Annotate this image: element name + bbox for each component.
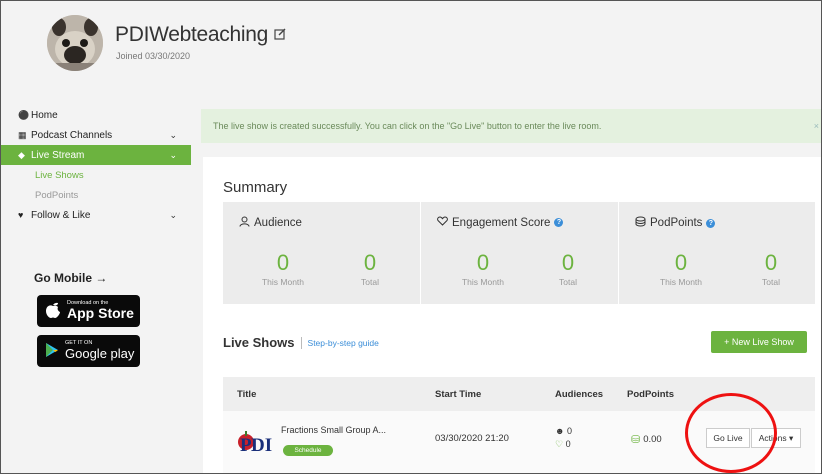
sidebar-item-live-stream[interactable]: ◆ Live Stream ⌄ (1, 145, 191, 165)
card-title-label: PodPoints (650, 217, 703, 229)
live-shows-title: Live Shows (223, 335, 295, 350)
header-separator (300, 336, 302, 349)
engagement-card: Engagement Score ? 0 This Month 0 Total (421, 202, 618, 304)
apple-icon (45, 301, 61, 322)
chevron-down-icon: ⌄ (169, 129, 177, 140)
podpoints-card: PodPoints ? 0 This Month 0 Total (619, 202, 815, 304)
stat-value: 0 (561, 250, 575, 275)
heart-outline-icon (437, 216, 448, 229)
stat-label: This Month (461, 277, 505, 287)
stat-this-month: 0 This Month (443, 250, 523, 288)
username: PDIWebteaching (115, 23, 269, 46)
home-icon: ⚫ (18, 109, 30, 120)
sidebar-item-podcast-channels[interactable]: ▦ Podcast Channels ⌄ (1, 125, 191, 145)
joined-date: Joined 03/30/2020 (116, 51, 191, 61)
app-store-button[interactable]: Download on the App Store (37, 295, 140, 327)
user-icon: ☻ (555, 426, 565, 436)
coins-icon: ⛁ (631, 434, 641, 446)
sidebar: ⚫ Home ▦ Podcast Channels ⌄ ◆ Live Strea… (1, 105, 191, 225)
likes-count-row: ♡ 0 (555, 438, 572, 451)
show-title[interactable]: Fractions Small Group A... (281, 425, 386, 435)
sidebar-item-label: Follow & Like (31, 209, 91, 221)
stat-value: 0 (764, 250, 778, 275)
avatar-dog-image (47, 15, 103, 71)
stat-label: This Month (261, 277, 305, 287)
stat-label: Total (361, 277, 379, 287)
likes-count: 0 (565, 439, 571, 449)
audiences-cell: ☻ 0 ♡ 0 (555, 425, 572, 451)
heart-icon: ♥ (18, 210, 24, 220)
close-icon[interactable]: × (814, 121, 819, 131)
podpoints-value: 0.00 (643, 434, 662, 445)
stat-total: 0 Total (731, 250, 811, 288)
column-header-podpoints[interactable]: PodPoints (627, 389, 674, 400)
card-title: Engagement Score ? (437, 216, 564, 229)
card-title: Audience (239, 216, 302, 230)
edit-icon[interactable] (274, 28, 286, 43)
svg-text:DI: DI (251, 435, 272, 456)
chevron-down-icon: ⌄ (169, 149, 177, 160)
start-time: 03/30/2020 21:20 (435, 433, 509, 444)
stat-value: 0 (476, 250, 490, 275)
google-play-big: Google play (65, 345, 135, 361)
grid-icon: ▦ (18, 129, 27, 140)
sidebar-subitem-podpoints[interactable]: PodPoints (1, 185, 191, 205)
sidebar-item-home[interactable]: ⚫ Home (1, 105, 191, 125)
sidebar-subitem-live-shows[interactable]: Live Shows (1, 165, 191, 185)
audience-card: Audience 0 This Month 0 Total (223, 202, 420, 304)
stat-total: 0 Total (528, 250, 608, 288)
annotation-circle (685, 393, 777, 473)
stat-value: 0 (674, 250, 688, 275)
step-by-step-guide-link[interactable]: Step-by-step guide (308, 338, 379, 348)
stat-value: 0 (363, 250, 377, 275)
go-mobile-heading: Go Mobile → (34, 271, 108, 285)
podpoints-cell: ⛁ 0.00 (631, 433, 662, 446)
stat-label: Total (559, 277, 577, 287)
avatar[interactable] (47, 15, 103, 71)
app-store-big: App Store (67, 305, 134, 322)
column-header-start-time[interactable]: Start Time (435, 389, 481, 400)
stat-this-month: 0 This Month (243, 250, 323, 288)
card-title-label: Audience (254, 217, 302, 229)
info-icon[interactable]: ? (706, 218, 716, 228)
sidebar-item-label: Live Stream (31, 149, 85, 161)
google-play-button[interactable]: GET IT ON Google play (37, 335, 140, 367)
stat-value: 0 (276, 250, 290, 275)
stat-total: 0 Total (330, 250, 410, 288)
audience-count: 0 (567, 426, 573, 436)
app-store-text: Download on the App Store (67, 300, 134, 322)
card-title-label: Engagement Score (452, 216, 551, 229)
app-window: PDIWebteaching Joined 03/30/2020 ⚫ Home … (0, 0, 822, 474)
google-play-icon (45, 342, 59, 361)
status-badge: Schedule (283, 445, 333, 456)
column-header-title[interactable]: Title (237, 389, 256, 400)
success-alert: The live show is created successfully. Y… (201, 109, 821, 143)
sidebar-item-label: Podcast Channels (31, 129, 113, 141)
pdi-logo-thumbnail: DI P (237, 421, 273, 459)
svg-text:P: P (240, 435, 252, 456)
stat-this-month: 0 This Month (641, 250, 721, 288)
profile-header: PDIWebteaching Joined 03/30/2020 (1, 1, 821, 93)
new-live-show-button[interactable]: + New Live Show (711, 331, 807, 353)
coins-icon (635, 216, 646, 230)
google-play-text: GET IT ON Google play (65, 341, 134, 360)
stat-label: Total (762, 277, 780, 287)
summary-title: Summary (223, 179, 288, 196)
info-icon[interactable]: ? (554, 218, 564, 227)
column-header-audiences[interactable]: Audiences (555, 389, 603, 400)
sidebar-item-label: Home (31, 109, 58, 121)
username-row: PDIWebteaching (115, 23, 286, 47)
sidebar-item-follow-like[interactable]: ♥ Follow & Like ⌄ (1, 205, 191, 225)
user-icon (239, 216, 250, 230)
location-pin-icon: ◆ (18, 149, 25, 160)
stat-label: This Month (659, 277, 703, 287)
live-shows-header: Live Shows Step-by-step guide (223, 335, 379, 350)
heart-outline-icon: ♡ (555, 439, 564, 449)
alert-message: The live show is created successfully. Y… (213, 121, 602, 131)
card-title: PodPoints ? (635, 216, 716, 230)
summary-cards: Audience 0 This Month 0 Total Engagement… (223, 202, 815, 304)
audience-count-row: ☻ 0 (555, 425, 572, 438)
chevron-down-icon: ⌄ (169, 209, 177, 220)
